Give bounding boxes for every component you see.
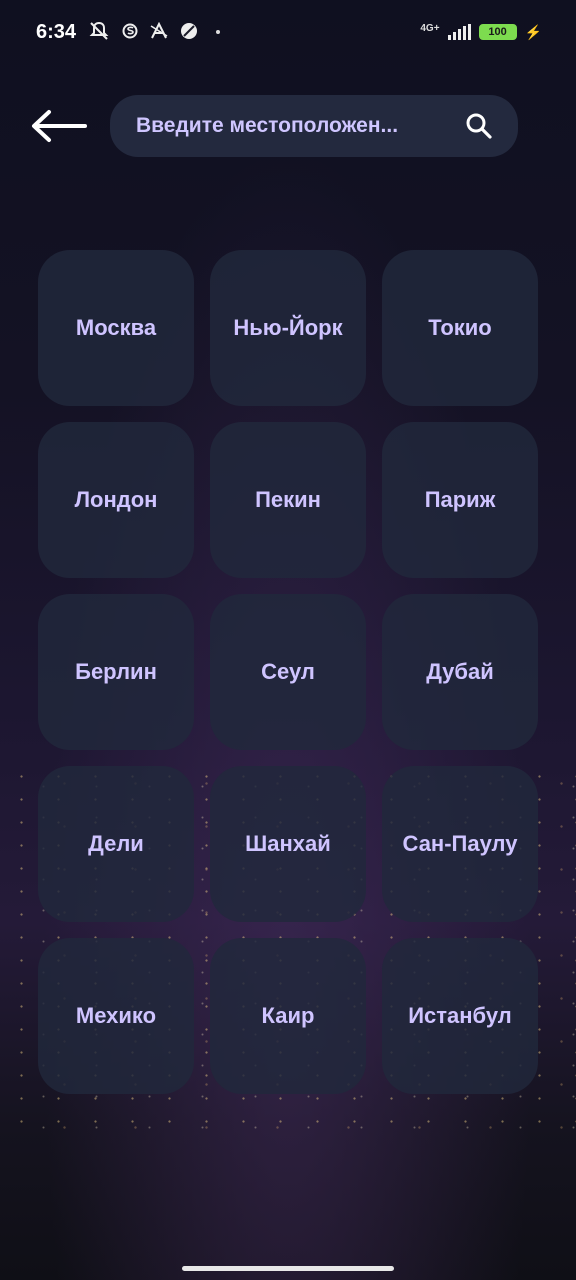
city-label: Шанхай — [245, 831, 331, 856]
arrow-left-icon — [32, 110, 87, 142]
search-button[interactable] — [462, 109, 496, 143]
no-entry-icon — [180, 22, 198, 43]
city-label: Париж — [424, 487, 496, 512]
city-tile-beijing[interactable]: Пекин — [210, 422, 366, 578]
home-indicator[interactable] — [182, 1266, 394, 1271]
city-tile-paris[interactable]: Париж — [382, 422, 538, 578]
search-bar — [110, 95, 518, 157]
city-label: Сеул — [261, 659, 315, 684]
status-left: 6:34 — [36, 20, 221, 44]
city-tile-mexico-city[interactable]: Мехико — [38, 938, 194, 1094]
city-label: Нью-Йорк — [233, 315, 343, 340]
city-tile-dubai[interactable]: Дубай — [382, 594, 538, 750]
a-app-icon — [150, 21, 168, 43]
city-tile-berlin[interactable]: Берлин — [38, 594, 194, 750]
city-tile-istanbul[interactable]: Истанбул — [382, 938, 538, 1094]
city-tile-cairo[interactable]: Каир — [210, 938, 366, 1094]
city-label: Дубай — [426, 659, 494, 684]
city-tile-moscow[interactable]: Москва — [38, 250, 194, 406]
city-label: Истанбул — [408, 1003, 512, 1028]
city-tile-seoul[interactable]: Сеул — [210, 594, 366, 750]
search-input[interactable] — [134, 113, 462, 139]
city-label: Мехико — [75, 1003, 157, 1028]
back-button[interactable] — [28, 106, 88, 146]
city-label: Каир — [261, 1003, 315, 1028]
city-tile-london[interactable]: Лондон — [38, 422, 194, 578]
city-tile-shanghai[interactable]: Шанхай — [210, 766, 366, 922]
city-label: Сан-Паулу — [402, 831, 518, 856]
dot-icon — [216, 30, 221, 34]
search-icon — [466, 113, 492, 139]
status-right: 4G+ 100 ⚡ — [420, 23, 542, 42]
city-label: Москва — [75, 315, 157, 340]
signal-icon — [447, 24, 471, 40]
status-time: 6:34 — [36, 20, 77, 43]
status-bar: 6:34 4G+ 100 ⚡ — [0, 0, 576, 64]
battery-icon: 100 — [478, 24, 517, 40]
city-tile-new-york[interactable]: Нью-Йорк — [210, 250, 366, 406]
city-label: Токио — [428, 315, 492, 340]
network-type: 4G+ — [420, 22, 440, 34]
notifications-off-icon — [88, 21, 110, 44]
battery-level: 100 — [488, 26, 507, 38]
city-label: Берлин — [75, 659, 157, 684]
city-tile-sao-paulo[interactable]: Сан-Паулу — [382, 766, 538, 922]
city-label: Дели — [88, 831, 144, 856]
city-tile-delhi[interactable]: Дели — [38, 766, 194, 922]
city-grid: Москва Нью-Йорк Токио Лондон Пекин Париж… — [38, 250, 538, 1094]
city-tile-tokyo[interactable]: Токио — [382, 250, 538, 406]
charging-icon: ⚡ — [524, 23, 542, 40]
city-label: Лондон — [74, 487, 158, 512]
city-label: Пекин — [255, 487, 321, 512]
s-app-icon — [122, 22, 138, 43]
